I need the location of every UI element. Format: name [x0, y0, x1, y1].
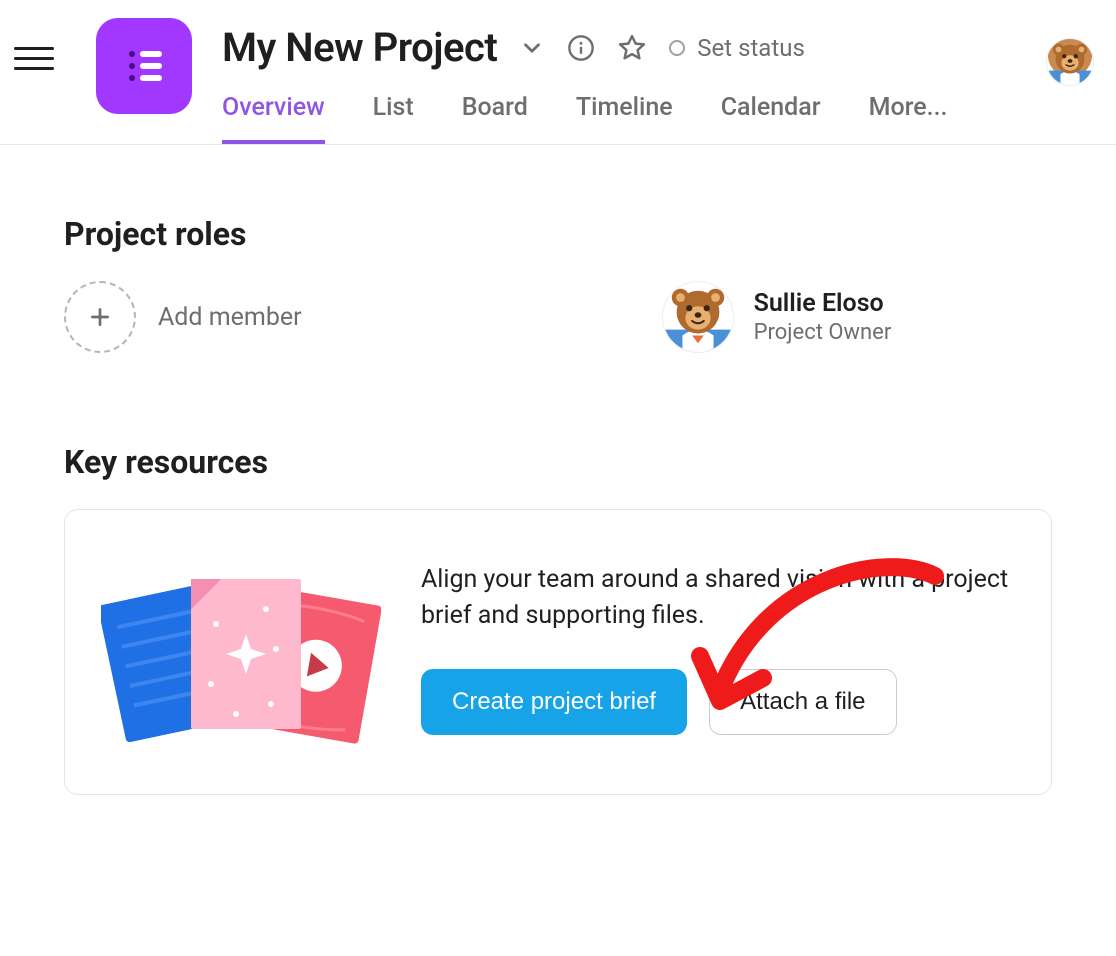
project-header: My New Project Set status Overview List …	[0, 0, 1116, 145]
info-icon	[567, 34, 595, 62]
plus-circle-icon	[64, 281, 136, 353]
user-avatar-button[interactable]	[1046, 38, 1094, 86]
owner-avatar	[662, 281, 734, 353]
add-member-button[interactable]: Add member	[64, 281, 302, 353]
set-status-button[interactable]: Set status	[669, 34, 805, 62]
bear-avatar-icon	[1047, 38, 1093, 85]
favorite-button[interactable]	[617, 33, 647, 63]
list-icon	[120, 42, 168, 90]
title-row: My New Project Set status	[222, 18, 1096, 71]
create-project-brief-button[interactable]: Create project brief	[421, 669, 687, 735]
roles-row: Add member	[64, 281, 1052, 353]
chevron-down-icon	[519, 35, 545, 61]
status-label: Set status	[697, 34, 805, 62]
tab-list[interactable]: List	[373, 93, 414, 144]
project-owner-item[interactable]: Sullie Eloso Project Owner	[662, 281, 892, 353]
resources-description: Align your team around a shared vision w…	[421, 562, 1015, 635]
add-member-label: Add member	[158, 303, 302, 332]
resources-illustration	[101, 554, 381, 744]
owner-role: Project Owner	[754, 320, 892, 345]
tab-timeline[interactable]: Timeline	[576, 93, 673, 144]
key-resources-heading: Key resources	[64, 443, 1052, 481]
menu-toggle-button[interactable]	[14, 38, 54, 78]
status-dot-icon	[669, 40, 685, 56]
overview-content: Project roles Add member	[0, 145, 1116, 835]
tab-calendar[interactable]: Calendar	[721, 93, 821, 144]
tab-overview[interactable]: Overview	[222, 93, 325, 144]
star-icon	[617, 33, 647, 63]
resources-body: Align your team around a shared vision w…	[421, 554, 1015, 735]
project-title[interactable]: My New Project	[222, 24, 497, 71]
title-column: My New Project Set status Overview List …	[222, 18, 1096, 144]
tab-board[interactable]: Board	[462, 93, 528, 144]
plus-icon	[87, 304, 113, 330]
project-tabs: Overview List Board Timeline Calendar Mo…	[222, 93, 1096, 144]
tab-more[interactable]: More...	[869, 93, 948, 144]
resources-buttons: Create project brief Attach a file	[421, 669, 1015, 735]
bear-avatar-icon	[663, 281, 733, 352]
attach-file-button[interactable]: Attach a file	[709, 669, 896, 735]
title-dropdown-button[interactable]	[519, 35, 545, 61]
project-icon[interactable]	[96, 18, 192, 114]
owner-name: Sullie Eloso	[754, 289, 892, 318]
owner-info: Sullie Eloso Project Owner	[754, 289, 892, 345]
project-roles-heading: Project roles	[64, 215, 1052, 253]
key-resources-card: Align your team around a shared vision w…	[64, 509, 1052, 795]
info-button[interactable]	[567, 34, 595, 62]
